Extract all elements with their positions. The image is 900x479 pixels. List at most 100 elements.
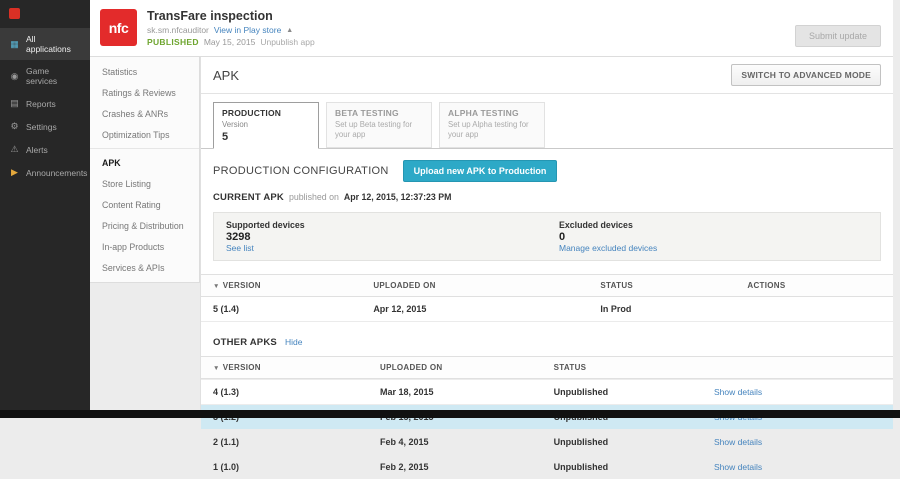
subnav-item-optimization-tips[interactable]: Optimization Tips	[90, 124, 199, 145]
subnav-item-ratings-reviews[interactable]: Ratings & Reviews	[90, 82, 199, 103]
gear-icon: ⚙	[9, 121, 20, 132]
table-header-row: ▼VERSION UPLOADED ON STATUS	[201, 356, 893, 379]
current-apk-table: ▼VERSION UPLOADED ON STATUS ACTIONS 5 (1…	[201, 274, 893, 322]
apk-status: Unpublished	[554, 387, 714, 397]
app-title: TransFare inspection	[147, 9, 315, 23]
apk-version: 2 (1.1)	[213, 437, 380, 447]
report-document-icon: ▤	[9, 98, 20, 109]
other-apks-title: OTHER APKS	[213, 337, 277, 348]
excluded-devices-label: Excluded devices	[559, 220, 868, 230]
apk-version: 5 (1.4)	[213, 304, 373, 314]
apk-status: Unpublished	[554, 462, 714, 472]
switch-advanced-mode-button[interactable]: SWITCH TO ADVANCED MODE	[731, 64, 881, 86]
sidebar-item-announcements[interactable]: ▶ Announcements	[0, 161, 90, 184]
page-title: APK	[213, 68, 239, 83]
excluded-devices-cell: Excluded devices 0 Manage excluded devic…	[547, 213, 880, 260]
current-apk-title: CURRENT APK	[213, 192, 284, 203]
upload-apk-button[interactable]: Upload new APK to Production	[403, 160, 558, 182]
sort-descending-icon: ▼	[213, 283, 220, 290]
alert-warning-icon: ⚠	[9, 144, 20, 155]
app-meta: TransFare inspection sk.sm.nfcauditor Vi…	[147, 9, 315, 47]
main-area: nfc TransFare inspection sk.sm.nfcaudito…	[90, 0, 900, 418]
subnav-item-content-rating[interactable]: Content Rating	[90, 194, 199, 215]
sidebar-item-label: Reports	[26, 99, 56, 109]
subnav-item-apk[interactable]: APK	[90, 152, 199, 173]
published-timestamp: Apr 12, 2015, 12:37:23 PM	[344, 192, 452, 202]
tab-beta-testing[interactable]: BETA TESTING Set up Beta testing for you…	[326, 102, 432, 148]
apk-uploaded-on: Feb 4, 2015	[380, 437, 554, 447]
sidebar-item-label: Alerts	[26, 145, 48, 155]
sidebar-item-reports[interactable]: ▤ Reports	[0, 92, 90, 115]
bottom-bar	[0, 410, 900, 418]
column-header-empty	[714, 363, 881, 372]
submit-update-button[interactable]: Submit update	[795, 25, 881, 47]
column-header-status[interactable]: STATUS	[554, 363, 714, 372]
announcements-icon: ▶	[9, 167, 20, 178]
see-list-link[interactable]: See list	[226, 243, 254, 253]
column-header-version[interactable]: ▼VERSION	[213, 363, 380, 372]
sidebar-item-settings[interactable]: ⚙ Settings	[0, 115, 90, 138]
apk-status: Unpublished	[554, 437, 714, 447]
supported-devices-cell: Supported devices 3298 See list	[214, 213, 547, 260]
apk-version: 4 (1.3)	[213, 387, 380, 397]
current-apk-line: CURRENT APK published on Apr 12, 2015, 1…	[201, 190, 893, 212]
sidebar-item-alerts[interactable]: ⚠ Alerts	[0, 138, 90, 161]
sidebar-item-all-applications[interactable]: ▦ All applications	[0, 28, 90, 60]
apk-uploaded-on: Apr 12, 2015	[373, 304, 600, 314]
manage-excluded-devices-link[interactable]: Manage excluded devices	[559, 243, 657, 253]
apk-channel-tabs: PRODUCTION Version 5 BETA TESTING Set up…	[201, 94, 893, 149]
warning-icon: ▲	[286, 27, 293, 34]
hide-link[interactable]: Hide	[285, 337, 302, 347]
apk-row[interactable]: 2 (1.1) Feb 4, 2015 Unpublished Show det…	[201, 429, 893, 454]
tab-label: ALPHA TESTING	[448, 108, 536, 118]
column-header-uploaded-on[interactable]: UPLOADED ON	[373, 281, 600, 290]
view-in-play-store-link[interactable]: View in Play store	[214, 25, 281, 35]
tab-sublabel: Version	[222, 120, 310, 130]
body-row: Statistics Ratings & Reviews Crashes & A…	[90, 57, 893, 418]
main-sidebar: ▦ All applications ◉ Game services ▤ Rep…	[0, 0, 90, 418]
subnav-item-in-app-products[interactable]: In-app Products	[90, 236, 199, 257]
tab-production[interactable]: PRODUCTION Version 5	[213, 102, 319, 149]
show-details-link[interactable]: Show details	[714, 437, 762, 447]
apk-status: In Prod	[600, 304, 747, 314]
production-configuration-title: PRODUCTION CONFIGURATION	[213, 165, 389, 177]
apk-version: 1 (1.0)	[213, 462, 380, 472]
apk-row[interactable]: 1 (1.0) Feb 2, 2015 Unpublished Show det…	[201, 454, 893, 479]
subnav-item-statistics[interactable]: Statistics	[90, 61, 199, 82]
sidebar-item-game-services[interactable]: ◉ Game services	[0, 60, 90, 92]
excluded-devices-count: 0	[559, 231, 868, 243]
apk-uploaded-on: Mar 18, 2015	[380, 387, 554, 397]
column-header-version[interactable]: ▼VERSION	[213, 281, 373, 290]
apk-page: APK SWITCH TO ADVANCED MODE PRODUCTION V…	[200, 57, 893, 418]
apk-row[interactable]: 5 (1.4) Apr 12, 2015 In Prod	[201, 297, 893, 322]
developer-console: ▦ All applications ◉ Game services ▤ Rep…	[0, 0, 900, 418]
app-header: nfc TransFare inspection sk.sm.nfcaudito…	[90, 0, 893, 57]
subnav-item-pricing-distribution[interactable]: Pricing & Distribution	[90, 215, 199, 236]
package-name: sk.sm.nfcauditor	[147, 25, 209, 35]
unpublish-app-link[interactable]: Unpublish app	[260, 37, 314, 47]
subnav-item-services-apis[interactable]: Services & APIs	[90, 257, 199, 278]
apk-action	[747, 304, 881, 314]
supported-devices-label: Supported devices	[226, 220, 535, 230]
column-header-uploaded-on[interactable]: UPLOADED ON	[380, 363, 554, 372]
apk-row[interactable]: 4 (1.3) Mar 18, 2015 Unpublished Show de…	[201, 379, 893, 404]
apk-uploaded-on: Feb 2, 2015	[380, 462, 554, 472]
production-version: 5	[222, 131, 310, 143]
nfc-app-logo: nfc	[100, 9, 137, 46]
tab-alpha-testing[interactable]: ALPHA TESTING Set up Alpha testing for y…	[439, 102, 545, 148]
production-configuration-section: PRODUCTION CONFIGURATION Upload new APK …	[201, 149, 893, 479]
show-details-link[interactable]: Show details	[714, 462, 762, 472]
subnav-item-crashes-anrs[interactable]: Crashes & ANRs	[90, 103, 199, 124]
subnav-item-store-listing[interactable]: Store Listing	[90, 173, 199, 194]
apps-icon: ▦	[9, 39, 20, 50]
column-header-status[interactable]: STATUS	[600, 281, 747, 290]
column-header-actions: ACTIONS	[747, 281, 881, 290]
page-header: APK SWITCH TO ADVANCED MODE	[201, 57, 893, 94]
other-apks-header: OTHER APKS Hide	[201, 322, 893, 356]
sidebar-item-label: Game services	[26, 66, 81, 86]
show-details-link[interactable]: Show details	[714, 387, 762, 397]
tab-description: Set up Beta testing for your app	[335, 120, 423, 140]
tab-description: Set up Alpha testing for your app	[448, 120, 536, 140]
published-date: May 15, 2015	[204, 37, 256, 47]
published-prefix: published on	[289, 192, 339, 202]
